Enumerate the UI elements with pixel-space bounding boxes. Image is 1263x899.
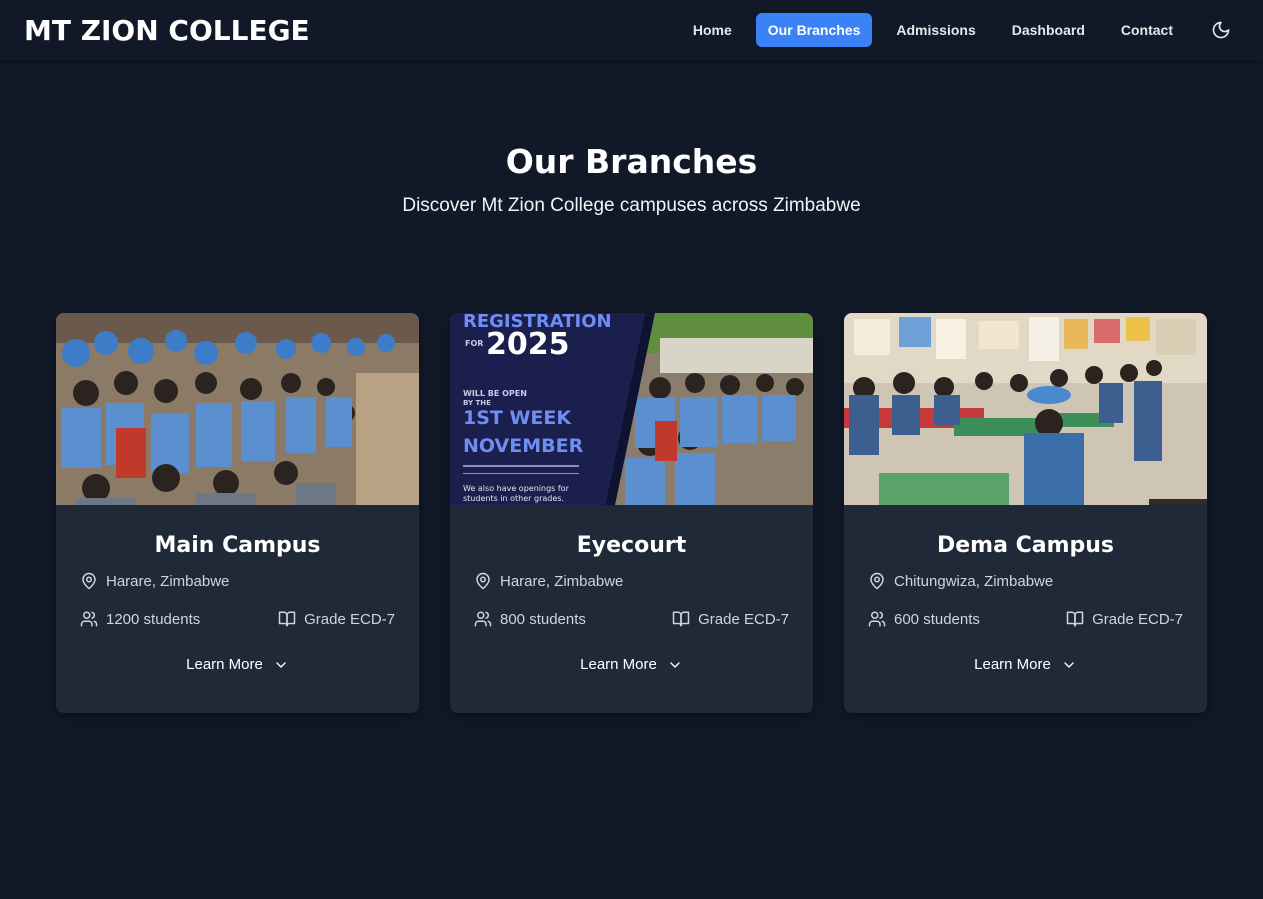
book-open-icon [672,611,690,627]
card-body: Main Campus Harare, Zimbabwe 1200 studen… [56,505,419,673]
nav-links: Home Our Branches Admissions Dashboard C… [673,12,1239,48]
branch-meta: 1200 students Grade ECD-7 [80,610,395,628]
branch-name: Eyecourt [576,533,687,558]
nav-link-home[interactable]: Home [681,13,744,47]
banner-1st-week: 1ST WEEK [463,407,572,429]
nav-link-admissions[interactable]: Admissions [884,13,987,47]
users-icon [80,611,98,627]
grade-range: Grade ECD-7 [278,610,395,628]
grade-range: Grade ECD-7 [672,610,789,628]
book-open-icon [278,611,296,627]
branch-name: Main Campus [154,533,321,558]
learn-more-button[interactable]: Learn More [868,656,1183,673]
location-text: Harare, Zimbabwe [500,572,624,590]
theme-toggle-button[interactable] [1203,12,1239,48]
top-navbar: MT ZION COLLEGE Home Our Branches Admiss… [0,0,1263,60]
student-count: 800 students [474,610,586,628]
student-count-text: 800 students [500,610,586,628]
branch-location: Harare, Zimbabwe [80,572,395,590]
student-count-text: 600 students [894,610,980,628]
banner-divider [463,465,579,467]
nav-link-contact[interactable]: Contact [1109,13,1185,47]
student-count-text: 1200 students [106,610,201,628]
branch-card-dema-campus: Dema Campus Chitungwiza, Zimbabwe 600 st… [844,313,1207,713]
hero-section: Our Branches Discover Mt Zion College ca… [0,142,1263,217]
banner-for: FOR [465,339,484,348]
grade-range-text: Grade ECD-7 [1092,610,1183,628]
branch-card-main-campus: Main Campus Harare, Zimbabwe 1200 studen… [56,313,419,713]
branch-cards: Main Campus Harare, Zimbabwe 1200 studen… [56,313,1207,713]
branch-photo-dema-campus [844,313,1207,505]
card-body: Eyecourt Harare, Zimbabwe 800 students G… [450,505,813,673]
branch-meta: 800 students Grade ECD-7 [474,610,789,628]
map-pin-icon [82,572,96,590]
brand-logo-text[interactable]: MT ZION COLLEGE [24,14,310,47]
learn-more-label: Learn More [974,656,1051,673]
map-pin-icon [870,572,884,590]
branch-meta: 600 students Grade ECD-7 [868,610,1183,628]
banner-open: WILL BE OPEN [463,389,527,398]
page-title: Our Branches [505,142,758,181]
book-open-icon [1066,611,1084,627]
learn-more-button[interactable]: Learn More [474,656,789,673]
page-subtitle: Discover Mt Zion College campuses across… [402,195,861,216]
nav-link-our-branches[interactable]: Our Branches [755,13,873,47]
banner-note-1: We also have openings for [463,484,569,493]
student-count: 600 students [868,610,980,628]
chevron-down-icon [670,661,680,668]
branch-photo-eyecourt: REGISTRATION FOR 2025 WILL BE OPEN BY TH… [450,313,813,505]
branch-location: Chitungwiza, Zimbabwe [868,572,1183,590]
map-pin-icon [476,572,490,590]
grade-range-text: Grade ECD-7 [304,610,395,628]
moon-icon [1212,21,1230,39]
banner-november: NOVEMBER [463,435,584,457]
location-text: Harare, Zimbabwe [106,572,230,590]
branch-card-eyecourt: REGISTRATION FOR 2025 WILL BE OPEN BY TH… [450,313,813,713]
banner-by-the: BY THE [463,399,491,407]
learn-more-label: Learn More [580,656,657,673]
users-icon [474,611,492,627]
grade-range: Grade ECD-7 [1066,610,1183,628]
student-count: 1200 students [80,610,200,628]
banner-divider-2 [463,473,579,474]
card-body: Dema Campus Chitungwiza, Zimbabwe 600 st… [844,505,1207,673]
users-icon [868,611,886,627]
branch-photo-main-campus [56,313,419,505]
learn-more-label: Learn More [186,656,263,673]
chevron-down-icon [276,661,286,668]
branch-name: Dema Campus [936,533,1115,558]
banner-year: 2025 [486,327,570,362]
grade-range-text: Grade ECD-7 [698,610,789,628]
location-text: Chitungwiza, Zimbabwe [894,572,1054,590]
banner-note-2: students in other grades. [463,494,564,503]
branch-location: Harare, Zimbabwe [474,572,789,590]
nav-link-dashboard[interactable]: Dashboard [1000,13,1097,47]
chevron-down-icon [1064,661,1074,668]
learn-more-button[interactable]: Learn More [80,656,395,673]
